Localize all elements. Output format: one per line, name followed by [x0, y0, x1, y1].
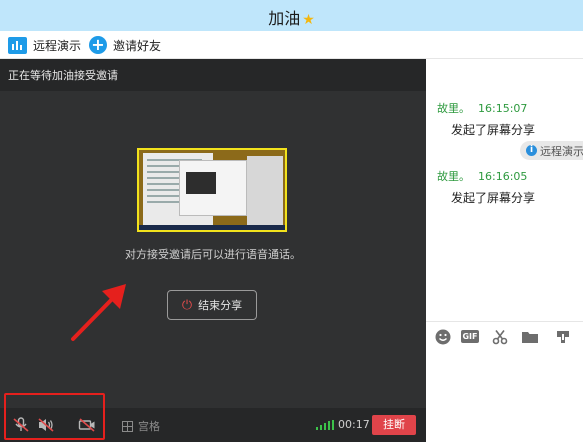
chat-panel: 故里。 16:15:07 发起了屏幕分享 i 远程演示 故里。 16:16:05 发… — [426, 59, 583, 442]
remote-control-icon[interactable] — [555, 329, 571, 345]
info-icon: i — [526, 145, 537, 156]
message-sender: 故里。 — [437, 170, 470, 183]
message-time: 16:15:07 — [478, 102, 528, 115]
grid-view-label: 宫格 — [138, 420, 160, 433]
message-header: 故里。 16:15:07 — [437, 100, 527, 116]
window-title-row: 加油 ★ — [0, 5, 583, 29]
end-share-label: 结束分享 — [198, 299, 243, 312]
chat-toolbar: GIF — [426, 321, 583, 349]
share-status-text: 正在等待加油接受邀请 — [8, 69, 118, 82]
red-highlight-box — [4, 393, 105, 440]
grid-view-button[interactable]: 宫格 — [122, 418, 160, 434]
invite-friend-label: 邀请好友 — [113, 38, 162, 53]
call-timer: 00:17 — [338, 418, 370, 431]
message-time: 16:16:05 — [478, 170, 528, 183]
system-notice[interactable]: i 远程演示 — [520, 141, 583, 160]
invite-friend-button[interactable]: + 邀请好友 — [89, 36, 161, 54]
screen-share-panel: 正在等待加油接受邀请 对方接受邀请后可以进行语音通话。 ⏻ 结束分享 宫格 00… — [0, 59, 426, 442]
share-status-bar: 正在等待加油接受邀请 — [0, 59, 426, 91]
toolbar: 远程演示 + 邀请好友 — [0, 31, 583, 59]
message-sender: 故里。 — [437, 102, 470, 115]
red-arrow-annotation — [71, 284, 126, 341]
preview-window — [247, 156, 283, 226]
shared-screen-preview[interactable] — [137, 148, 287, 232]
window-title: 加油 — [268, 9, 301, 28]
preview-taskbar — [139, 225, 285, 230]
system-notice-text: 远程演示 — [540, 144, 583, 158]
voice-call-hint: 对方接受邀请后可以进行语音通话。 — [125, 248, 301, 261]
remote-demo-button[interactable]: 远程演示 — [8, 36, 81, 54]
message-text: 发起了屏幕分享 — [451, 191, 536, 205]
signal-icon — [316, 420, 334, 430]
folder-icon[interactable] — [521, 329, 539, 345]
gif-icon[interactable]: GIF — [461, 330, 479, 343]
plus-circle-icon: + — [89, 36, 107, 54]
power-icon: ⏻ — [181, 297, 193, 313]
star-icon[interactable]: ★ — [302, 12, 315, 28]
scissors-icon[interactable] — [492, 329, 508, 345]
hangup-button[interactable]: 挂断 — [372, 415, 416, 435]
preview-window — [186, 172, 216, 194]
grid-icon — [122, 420, 133, 432]
end-share-button[interactable]: ⏻ 结束分享 — [167, 290, 257, 320]
emoji-icon[interactable] — [435, 329, 451, 345]
remote-demo-label: 远程演示 — [33, 38, 82, 53]
message-text: 发起了屏幕分享 — [451, 123, 536, 137]
message-header: 故里。 16:16:05 — [437, 168, 527, 184]
title-bar: 加油 ★ — [0, 0, 583, 31]
remote-demo-icon — [8, 36, 27, 54]
